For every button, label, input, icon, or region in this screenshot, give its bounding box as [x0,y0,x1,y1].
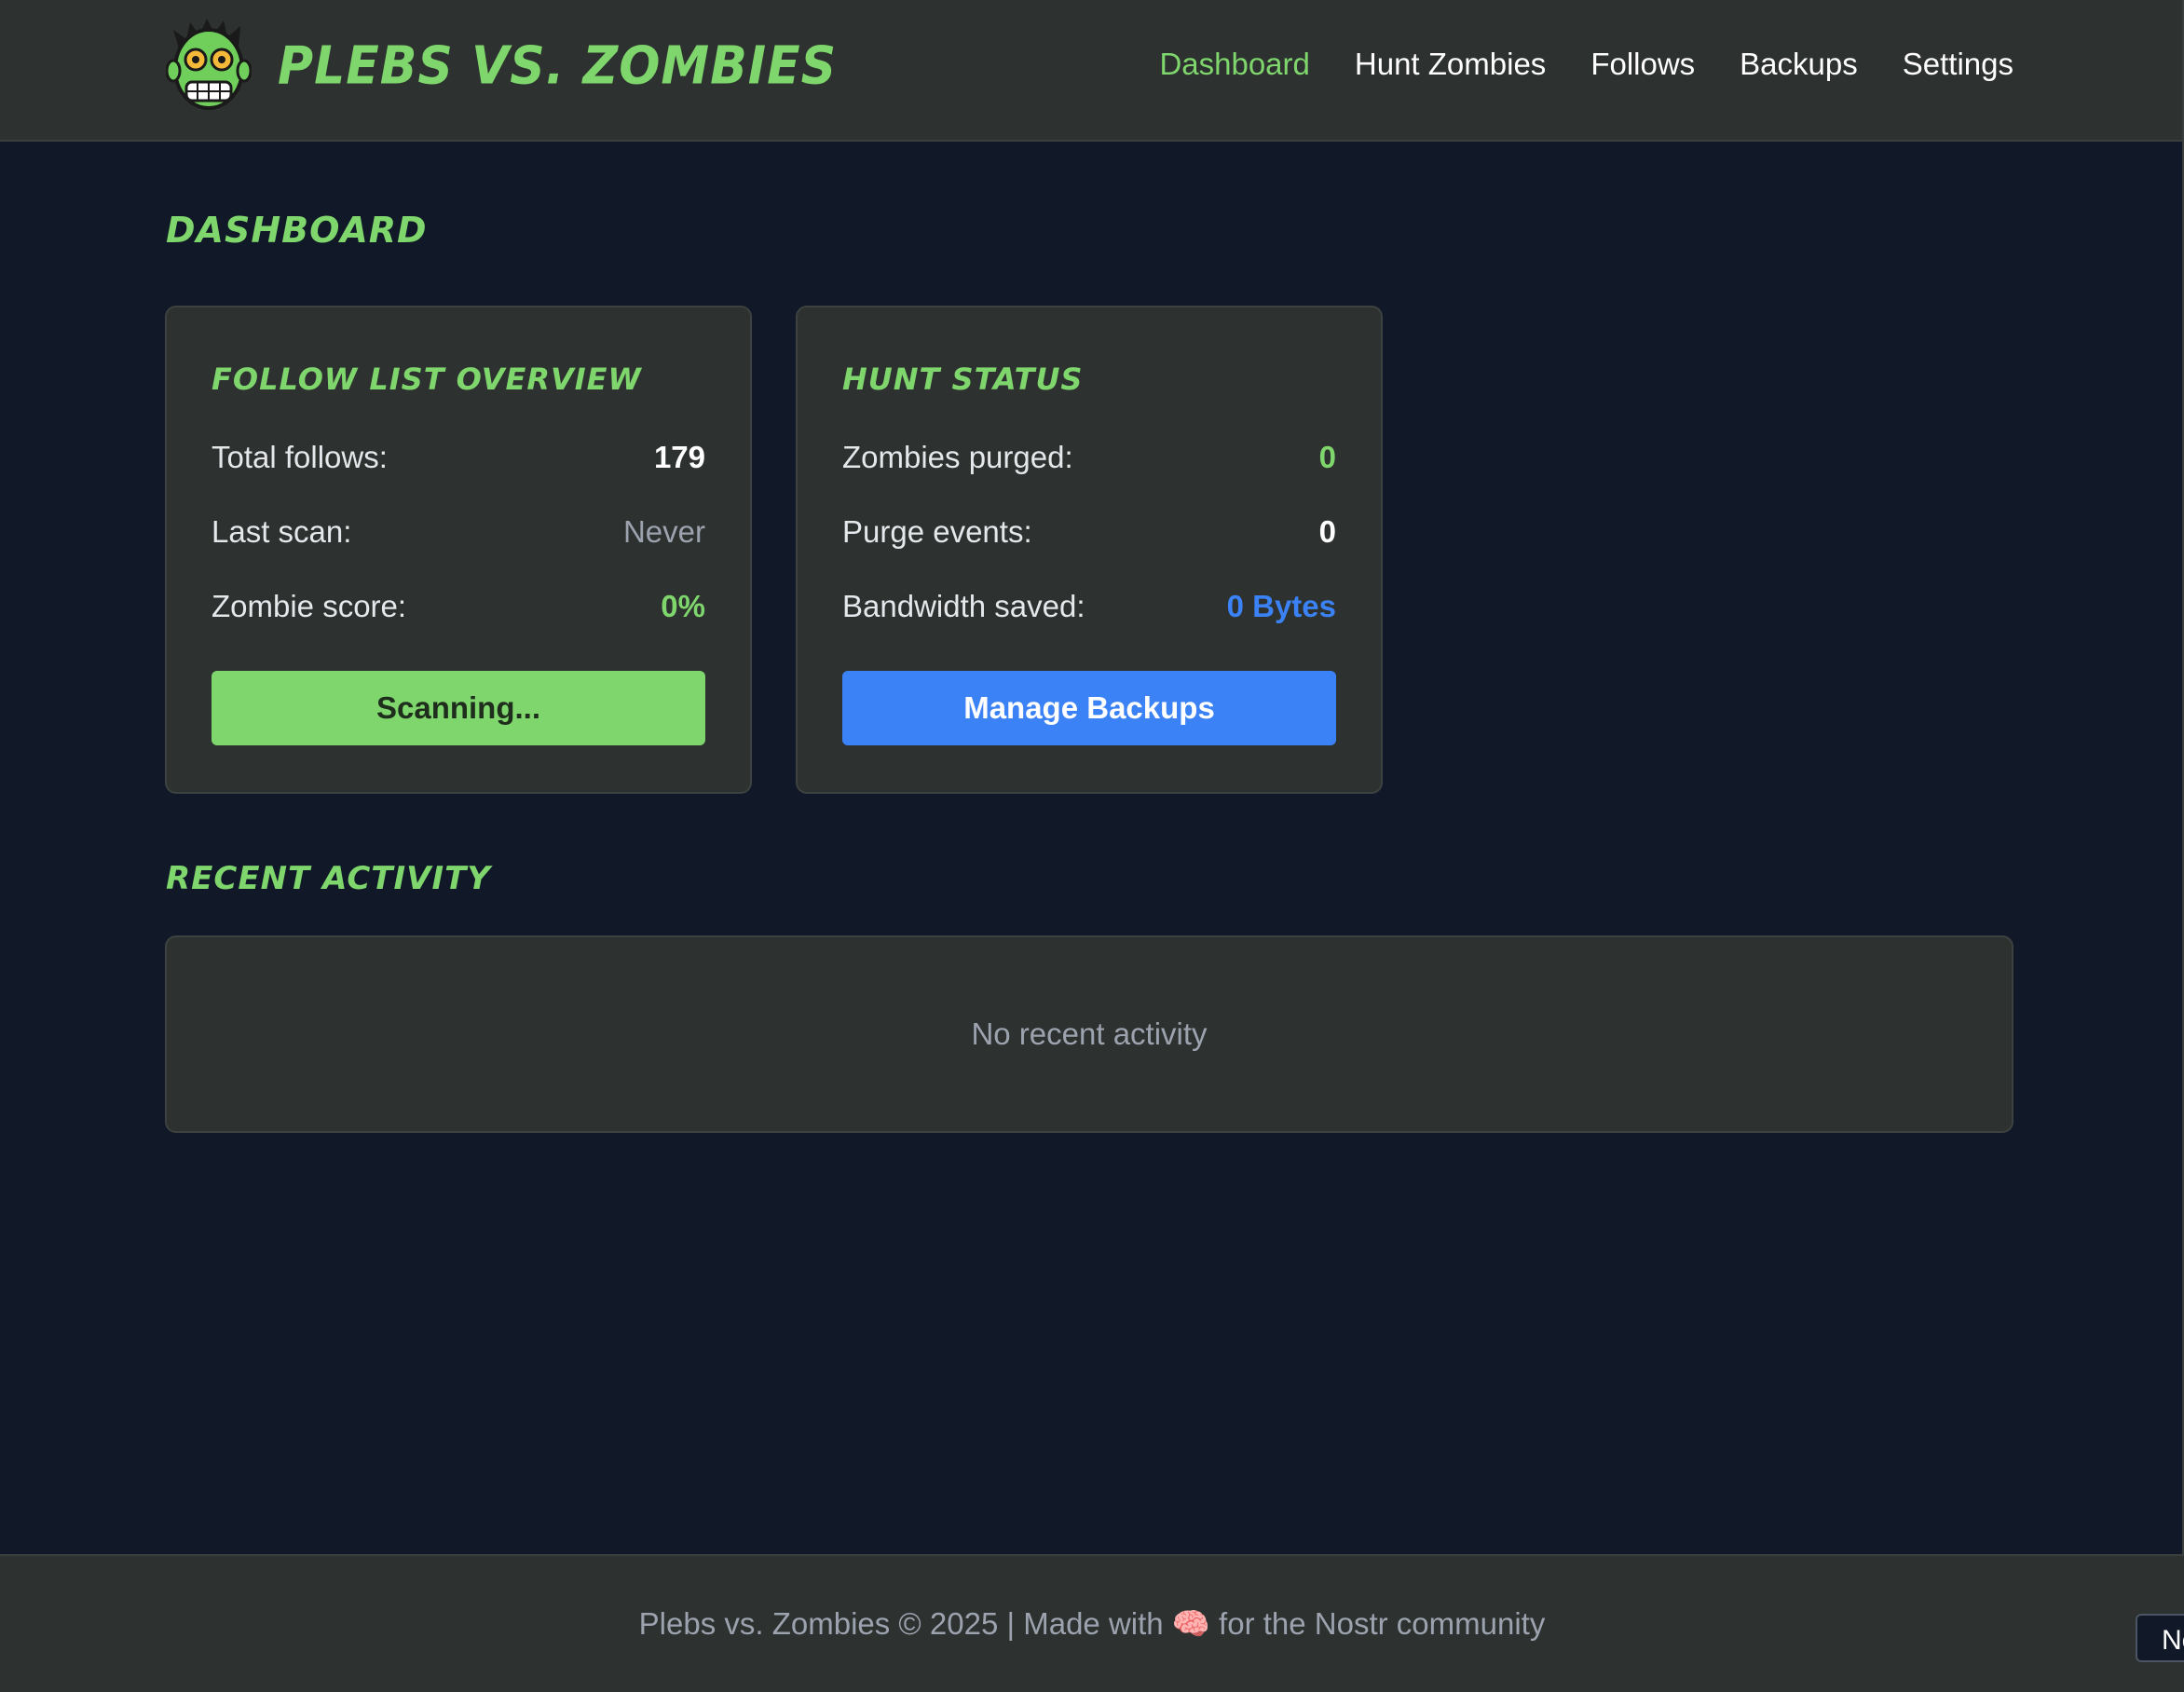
main-nav: Dashboard Hunt Zombies Follows Backups S… [1159,41,2013,88]
bandwidth-saved-value: 0 Bytes [1226,589,1336,623]
top-navbar: PLEBS VS. ZOMBIES Dashboard Hunt Zombies… [0,0,2182,142]
zombie-score-value: 0% [661,589,705,623]
purge-events-row: Purge events: 0 [842,509,1336,555]
purge-events-value: 0 [1318,514,1336,549]
brand-title[interactable]: PLEBS VS. ZOMBIES [278,33,837,99]
last-scan-value: Never [622,514,705,549]
total-follows-value: 179 [653,440,705,474]
recent-activity-title: RECENT ACTIVITY [166,860,491,897]
card-title: FOLLOW LIST OVERVIEW [212,362,642,397]
bandwidth-saved-label: Bandwidth saved: [842,589,1085,623]
manage-backups-button[interactable]: Manage Backups [842,671,1336,745]
footer-text: Plebs vs. Zombies © 2025 | Made with 🧠 f… [638,1605,1546,1641]
total-follows-label: Total follows: [212,440,388,474]
zombie-face-icon[interactable] [166,17,252,114]
zombie-score-row: Zombie score: 0% [212,583,705,630]
footer: Plebs vs. Zombies © 2025 | Made with 🧠 f… [0,1554,2184,1692]
nav-follows[interactable]: Follows [1590,41,1695,88]
last-scan-row: Last scan: Never [212,509,705,555]
total-follows-row: Total follows: 179 [212,434,705,481]
recent-activity-panel: No recent activity [165,935,2013,1133]
bandwidth-saved-row: Bandwidth saved: 0 Bytes [842,583,1336,630]
nav-hunt-zombies[interactable]: Hunt Zombies [1355,41,1546,88]
page-title: DASHBOARD [166,210,428,251]
follow-list-overview-card: FOLLOW LIST OVERVIEW Total follows: 179 … [165,306,752,794]
notification-toast[interactable]: Ne [2136,1614,2184,1662]
nav-settings[interactable]: Settings [1903,41,2013,88]
nav-backups[interactable]: Backups [1740,41,1858,88]
hunt-status-card: HUNT STATUS Zombies purged: 0 Purge even… [796,306,1383,794]
purge-events-label: Purge events: [842,514,1032,549]
zombie-score-label: Zombie score: [212,589,407,623]
scan-button[interactable]: Scanning... [212,671,705,745]
empty-state-text: No recent activity [971,1017,1208,1051]
zombies-purged-value: 0 [1318,440,1336,474]
card-title: HUNT STATUS [842,362,1084,397]
last-scan-label: Last scan: [212,514,352,549]
nav-dashboard[interactable]: Dashboard [1159,41,1309,88]
zombies-purged-label: Zombies purged: [842,440,1073,474]
zombies-purged-row: Zombies purged: 0 [842,434,1336,481]
